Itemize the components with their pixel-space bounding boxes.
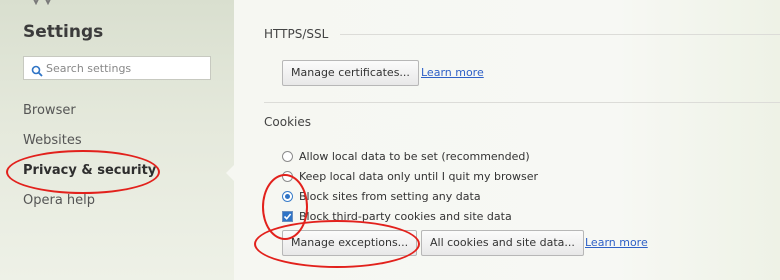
settings-sidebar: Settings Browser Websites Privacy & secu… bbox=[0, 0, 235, 280]
https-ssl-section-title: HTTPS/SSL bbox=[264, 27, 329, 41]
manage-exceptions-button[interactable]: Manage exceptions... bbox=[282, 230, 418, 256]
https-learn-more-link[interactable]: Learn more bbox=[421, 66, 484, 79]
sidebar-item-websites[interactable]: Websites bbox=[23, 132, 156, 162]
opera-logo-icon bbox=[30, 0, 56, 6]
cookie-option-block-third-party[interactable]: Block third-party cookies and site data bbox=[282, 207, 512, 225]
cookies-section-title: Cookies bbox=[264, 115, 311, 129]
search-icon bbox=[31, 62, 43, 77]
radio-button[interactable] bbox=[282, 170, 293, 182]
option-label: Allow local data to be set (recommended) bbox=[299, 149, 530, 163]
cookie-option-allow-local-data[interactable]: Allow local data to be set (recommended) bbox=[282, 147, 530, 165]
cookie-option-keep-until-quit[interactable]: Keep local data only until I quit my bro… bbox=[282, 167, 538, 185]
search-settings-input[interactable] bbox=[46, 59, 206, 77]
checkmark-icon bbox=[283, 212, 292, 220]
sidebar-item-privacy-security[interactable]: Privacy & security bbox=[23, 162, 156, 192]
settings-content: HTTPS/SSL Manage certificates... Learn m… bbox=[234, 0, 780, 280]
radio-button-selected[interactable] bbox=[282, 190, 293, 202]
sidebar-nav: Browser Websites Privacy & security Oper… bbox=[23, 102, 156, 222]
checkbox-checked[interactable] bbox=[282, 210, 293, 222]
sidebar-item-opera-help[interactable]: Opera help bbox=[23, 192, 156, 222]
option-label: Block third-party cookies and site data bbox=[299, 209, 512, 223]
settings-title: Settings bbox=[23, 22, 104, 42]
section-divider bbox=[264, 102, 780, 103]
option-label: Block sites from setting any data bbox=[299, 189, 481, 203]
all-cookies-site-data-button[interactable]: All cookies and site data... bbox=[421, 230, 584, 256]
cookies-learn-more-link[interactable]: Learn more bbox=[585, 236, 648, 249]
manage-certificates-button[interactable]: Manage certificates... bbox=[282, 60, 419, 86]
search-settings-box[interactable] bbox=[23, 56, 211, 80]
option-label: Keep local data only until I quit my bro… bbox=[299, 169, 539, 183]
radio-button[interactable] bbox=[282, 150, 293, 162]
sidebar-item-browser[interactable]: Browser bbox=[23, 102, 156, 132]
section-divider bbox=[340, 34, 780, 35]
cookie-option-block-all[interactable]: Block sites from setting any data bbox=[282, 187, 481, 205]
